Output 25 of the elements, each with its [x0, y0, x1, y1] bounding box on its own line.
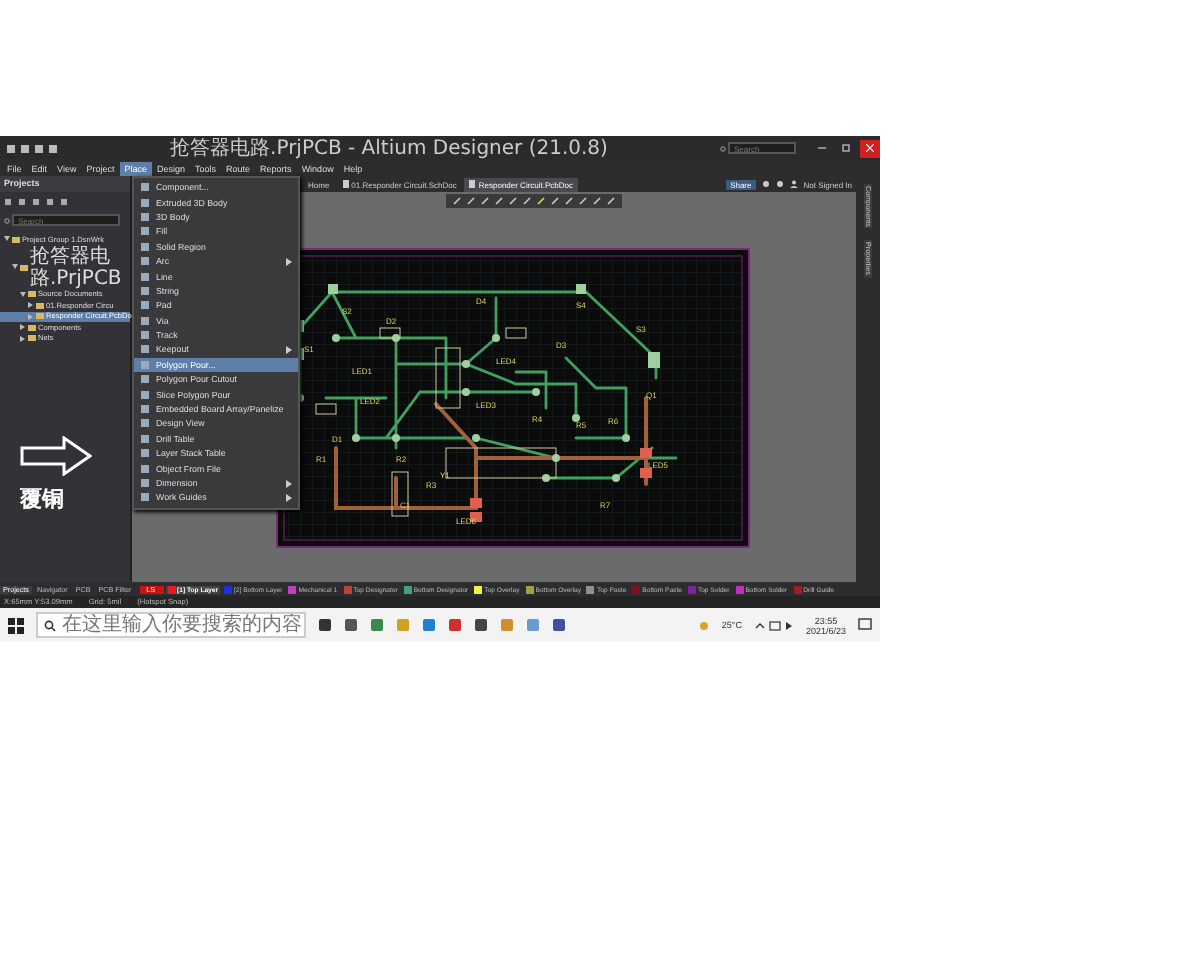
minimize-icon	[818, 144, 826, 152]
maximize-button[interactable]	[836, 139, 856, 157]
window-title: 抢答器电路.PrjPCB - Altium Designer (21.0.8)	[168, 135, 610, 162]
expand-arrow-icon	[4, 236, 10, 243]
search-icon	[4, 217, 10, 223]
user-icon[interactable]	[789, 180, 798, 188]
windows-start-icon[interactable]	[8, 617, 24, 633]
tree-item[interactable]: 抢答器电路.PrjPCB	[0, 245, 130, 289]
search-icon	[44, 619, 56, 631]
tray-icons-drawing[interactable]	[753, 619, 794, 631]
search-icon	[720, 145, 726, 151]
close-button[interactable]	[860, 139, 880, 157]
submenu-arrow-icon	[286, 345, 292, 354]
maximize-icon	[842, 144, 850, 152]
notification-icon[interactable]	[858, 618, 872, 632]
outline-arrow-icon	[20, 436, 92, 476]
close-icon	[866, 144, 874, 152]
expand-arrow-icon	[20, 291, 26, 298]
expand-arrow-icon	[12, 264, 18, 270]
document-icon	[341, 180, 350, 188]
submenu-arrow-icon	[286, 257, 292, 266]
folder-icon	[12, 235, 20, 244]
annotation-label: 覆铜	[20, 484, 66, 514]
folder-icon	[20, 263, 28, 271]
document-icon	[468, 180, 477, 188]
